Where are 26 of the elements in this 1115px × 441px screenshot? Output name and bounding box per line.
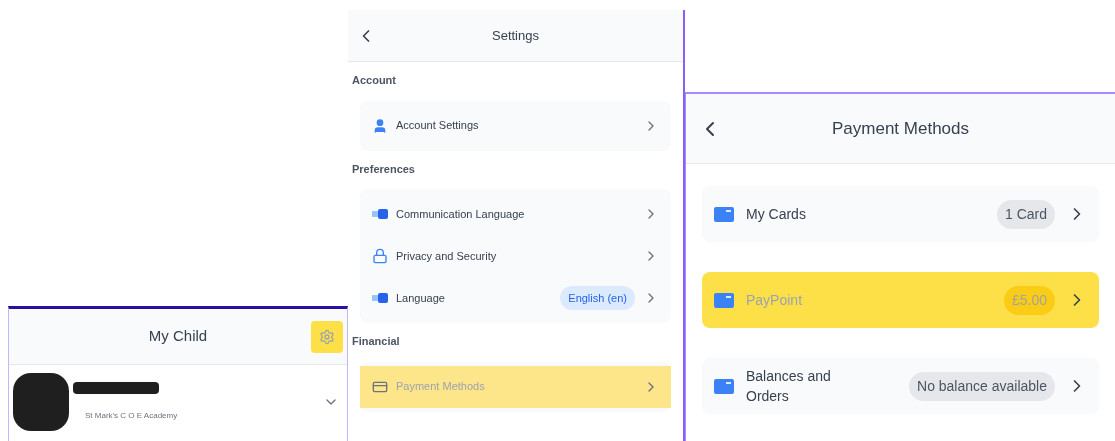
screen-title: Payment Methods	[832, 117, 969, 140]
settings-row[interactable]: Account Settings	[360, 104, 671, 147]
settings-row[interactable]: Privacy and Security	[360, 235, 671, 277]
value-badge: £5.00	[1003, 285, 1055, 315]
value-badge: English (en)	[560, 285, 635, 311]
screen-title: My Child	[148, 326, 208, 347]
value-badge: No balance available	[909, 371, 1055, 401]
payment-method-row[interactable]: Balances and Orders No balance available	[702, 358, 1099, 414]
card-icon	[714, 378, 734, 394]
payment-method-row[interactable]: My Cards 1 Card	[702, 186, 1099, 242]
lock-icon	[372, 248, 388, 264]
card-icon	[714, 292, 734, 308]
settings-icon	[319, 329, 335, 345]
section-heading: Account	[352, 73, 397, 88]
school-name: St Mark's C O E Academy	[84, 410, 179, 422]
person-icon	[372, 117, 388, 134]
settings-row[interactable]: Communication Language	[360, 193, 671, 235]
card-icon	[714, 206, 734, 222]
section-heading: Preferences	[352, 161, 416, 177]
screen-title: Settings	[492, 26, 539, 45]
redacted-avatar	[13, 373, 69, 431]
language-icon	[372, 209, 388, 219]
language-icon	[372, 293, 388, 303]
settings-row[interactable]: Language English (en)	[360, 277, 671, 319]
section-heading: Financial	[352, 334, 401, 349]
value-badge: 1 Card	[996, 199, 1055, 229]
